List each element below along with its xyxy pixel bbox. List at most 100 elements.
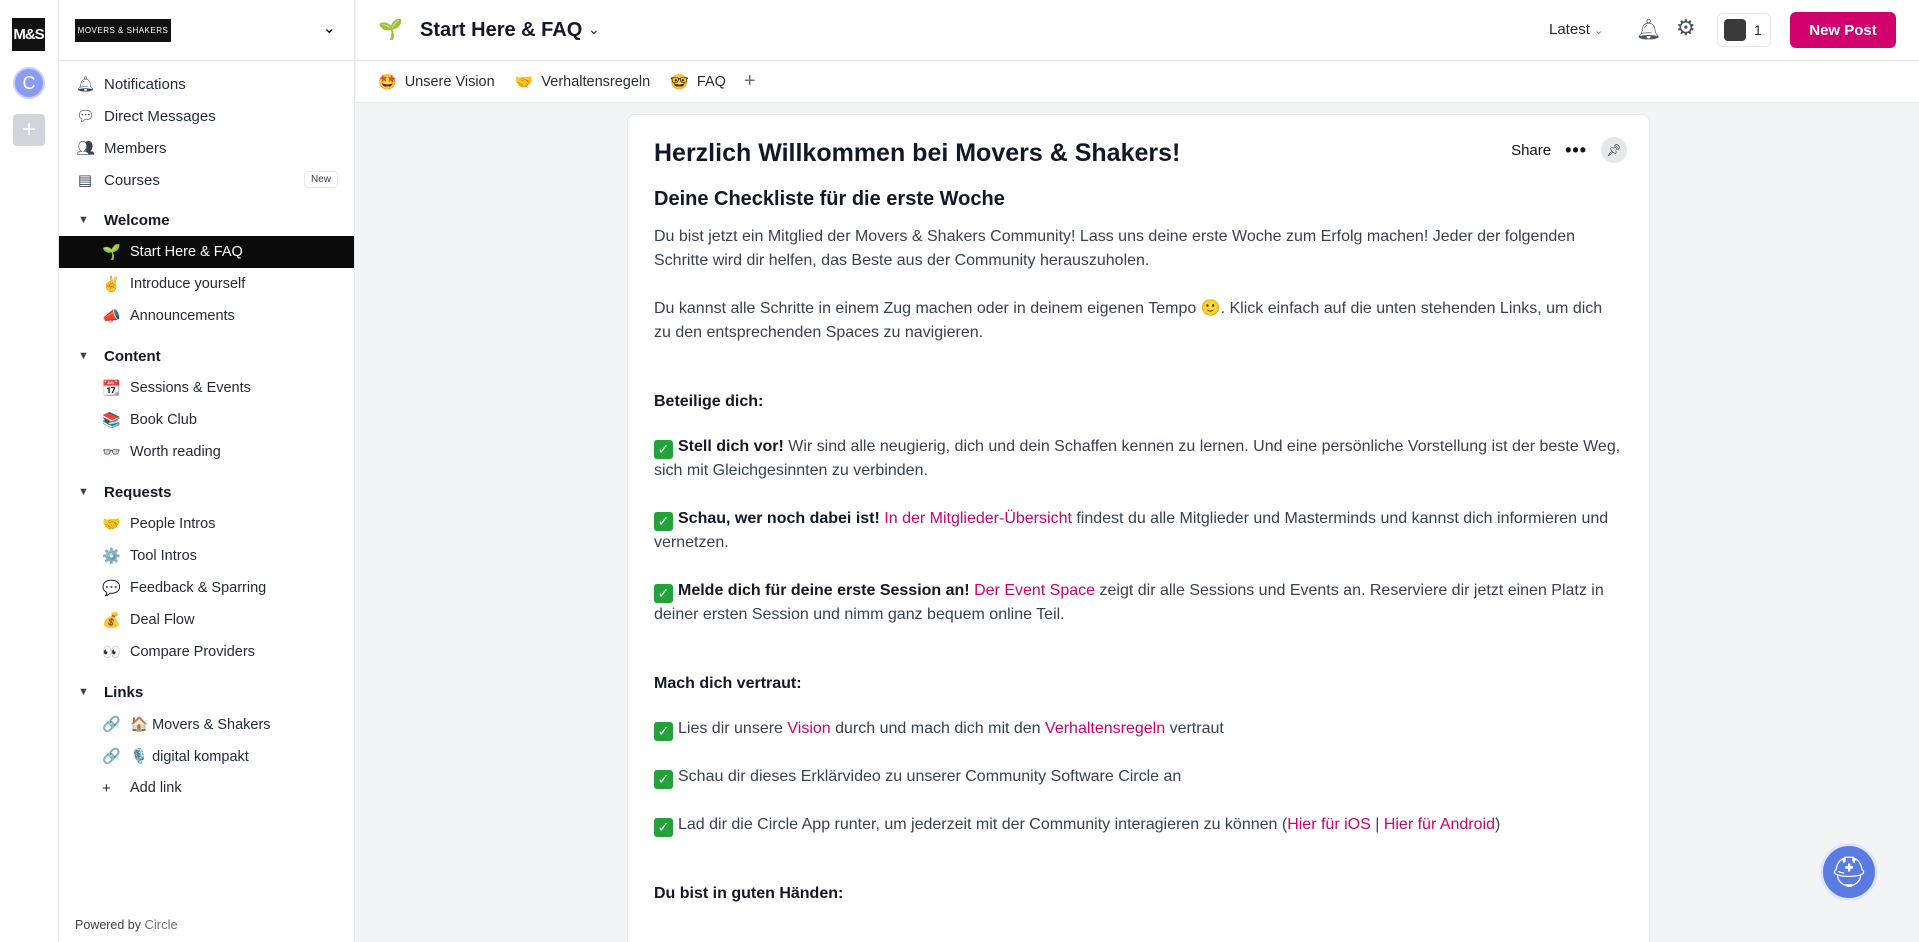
- group-title: Welcome: [104, 211, 170, 229]
- victory-hand-icon: ✌️: [102, 276, 121, 293]
- megaphone-icon: 📣: [102, 308, 121, 325]
- rules-link[interactable]: Verhaltensregeln: [1045, 720, 1165, 737]
- space-sessions-events[interactable]: 📆 Sessions & Events: [59, 372, 354, 404]
- group-welcome[interactable]: ▼ Welcome: [59, 204, 354, 236]
- group-title: Content: [104, 347, 161, 365]
- space-compare-providers[interactable]: 👀 Compare Providers: [59, 636, 354, 668]
- checklist-item: ✓ Melde dich für deine erste Session an! …: [654, 579, 1623, 627]
- chevron-down-icon: ▼: [78, 486, 89, 498]
- tab-label: Unsere Vision: [404, 73, 495, 90]
- vision-link[interactable]: Vision: [787, 720, 830, 737]
- group-content[interactable]: ▼ Content: [59, 340, 354, 372]
- user-menu-button[interactable]: 1: [1717, 13, 1771, 47]
- members-icon: 👥︎: [76, 140, 96, 157]
- money-bag-icon: 💰: [102, 612, 121, 629]
- user-count: 1: [1754, 22, 1762, 38]
- sidebar-item-notifications[interactable]: 🔔︎ Notifications: [59, 68, 354, 100]
- eyes-icon: 👀: [102, 644, 121, 661]
- community-logo[interactable]: M&S: [12, 18, 45, 51]
- plus-icon: +: [102, 779, 111, 797]
- add-community-button[interactable]: +: [13, 114, 45, 146]
- link-movers-shakers[interactable]: 🔗 🏠 Movers & Shakers: [59, 708, 354, 740]
- space-people-intros[interactable]: 🤝 People Intros: [59, 508, 354, 540]
- android-app-link[interactable]: Hier für Android: [1384, 816, 1495, 833]
- tab-label: Verhaltensregeln: [541, 73, 651, 90]
- page-title[interactable]: Start Here & FAQ: [420, 19, 582, 42]
- link-icon: 🔗: [102, 716, 121, 733]
- sidebar-item-courses[interactable]: ▤ Courses New: [59, 164, 354, 196]
- checklist-item: ✓ Schau, wer noch dabei ist! In der Mitgl…: [654, 507, 1623, 555]
- event-space-link[interactable]: Der Event Space: [974, 582, 1095, 599]
- checkmark-icon: ✓: [654, 818, 673, 837]
- add-tab-plus-icon[interactable]: +: [744, 70, 756, 93]
- link-digital-kompakt[interactable]: 🔗 🎙️ digital kompakt: [59, 740, 354, 772]
- bell-icon[interactable]: 🔔︎: [1636, 17, 1661, 42]
- new-post-button[interactable]: New Post: [1790, 12, 1896, 48]
- chevron-down-icon[interactable]: ⌄: [323, 18, 336, 38]
- checklist-text: |: [1370, 816, 1384, 833]
- sort-dropdown[interactable]: Latest ⌄: [1549, 21, 1603, 38]
- handshake-icon: 🤝: [102, 516, 121, 533]
- new-badge: New: [303, 171, 338, 188]
- ios-app-link[interactable]: Hier für iOS: [1287, 816, 1371, 833]
- checkmark-icon: ✓: [654, 512, 673, 531]
- space-introduce-yourself[interactable]: ✌️ Introduce yourself: [59, 268, 354, 300]
- space-announcements[interactable]: 📣 Announcements: [59, 300, 354, 332]
- pin-icon[interactable]: 📌︎: [1601, 137, 1627, 163]
- link-icon: 🔗: [102, 748, 121, 765]
- space-worth-reading[interactable]: 👓 Worth reading: [59, 436, 354, 468]
- space-feedback-sparring[interactable]: 💬 Feedback & Sparring: [59, 572, 354, 604]
- space-tool-intros[interactable]: ⚙️ Tool Intros: [59, 540, 354, 572]
- checklist-text: Schau dir dieses Erklärvideo zu unserer …: [678, 768, 1182, 785]
- add-link-button[interactable]: + Add link: [59, 772, 354, 804]
- powered-by-label: Powered by: [75, 918, 142, 932]
- community-rail: M&S C +: [0, 0, 59, 942]
- section-heading: Mach dich vertraut:: [654, 675, 802, 692]
- tab-verhaltensregeln[interactable]: 🤝 Verhaltensregeln: [515, 73, 651, 91]
- calendar-icon: 📆: [102, 380, 121, 397]
- space-label: Deal Flow: [130, 612, 195, 628]
- space-deal-flow[interactable]: 💰 Deal Flow: [59, 604, 354, 636]
- tab-unsere-vision[interactable]: 🤩 Unsere Vision: [378, 73, 495, 91]
- group-requests[interactable]: ▼ Requests: [59, 476, 354, 508]
- nerd-face-icon: 🤓: [670, 73, 689, 91]
- checklist-text: Wir sind alle neugierig, dich und dein S…: [654, 438, 1621, 479]
- book-icon: ▤: [77, 172, 93, 189]
- tab-faq[interactable]: 🤓 FAQ: [670, 73, 726, 91]
- group-title: Links: [104, 683, 144, 701]
- chevron-down-icon: ▼: [78, 214, 89, 226]
- sidebar-item-direct-messages[interactable]: 💬︎ Direct Messages: [59, 100, 354, 132]
- help-lifebuoy-icon[interactable]: ⛑︎: [1820, 843, 1878, 901]
- post-title: Herzlich Willkommen bei Movers & Shakers…: [654, 139, 1181, 167]
- space-label: Introduce yourself: [130, 276, 246, 292]
- chevron-down-icon[interactable]: ⌄: [588, 21, 600, 38]
- checklist-text: durch und mach dich mit den: [830, 720, 1046, 737]
- checkmark-icon: ✓: [654, 770, 673, 789]
- checklist-item: ✓ Schau dir dieses Erklärvideo zu unserer…: [654, 765, 1623, 789]
- link-label: Add link: [130, 780, 182, 796]
- sidebar-item-members[interactable]: 👥︎ Members: [59, 132, 354, 164]
- space-label: Start Here & FAQ: [130, 244, 243, 260]
- powered-by[interactable]: Powered by Circle: [75, 917, 178, 932]
- community-avatar[interactable]: C: [13, 67, 45, 99]
- checklist-text: ): [1494, 816, 1501, 833]
- bell-icon: 🔔︎: [76, 76, 96, 93]
- gear-icon: ⚙️: [102, 548, 121, 565]
- seedling-icon: 🌱: [102, 244, 121, 261]
- space-start-here-faq[interactable]: 🌱 Start Here & FAQ: [59, 236, 354, 268]
- space-label: People Intros: [130, 516, 216, 532]
- checklist-item: ✓ Lies dir unsere Vision durch und mach d…: [654, 717, 1623, 741]
- brand-logo[interactable]: MOVERS & SHAKERS: [75, 19, 171, 42]
- group-links[interactable]: ▼ Links: [59, 676, 354, 708]
- star-struck-icon: 🤩: [378, 73, 397, 91]
- space-book-club[interactable]: 📚 Book Club: [59, 404, 354, 436]
- section-heading: Beteilige dich:: [654, 393, 764, 410]
- chevron-down-icon: ▼: [78, 686, 89, 698]
- space-tabs: 🤩 Unsere Vision 🤝 Verhaltensregeln 🤓 FAQ…: [356, 61, 1919, 103]
- share-button[interactable]: Share: [1511, 142, 1551, 159]
- members-overview-link[interactable]: In der Mitglieder-Übersicht: [884, 510, 1072, 527]
- more-options-icon[interactable]: •••: [1565, 140, 1587, 161]
- sidebar: MOVERS & SHAKERS ⌄ 🔔︎ Notifications 💬︎ D…: [59, 0, 355, 942]
- gear-icon[interactable]: ⚙︎: [1676, 15, 1696, 41]
- intro-paragraph: Du bist jetzt ein Mitglied der Movers & …: [654, 228, 1576, 269]
